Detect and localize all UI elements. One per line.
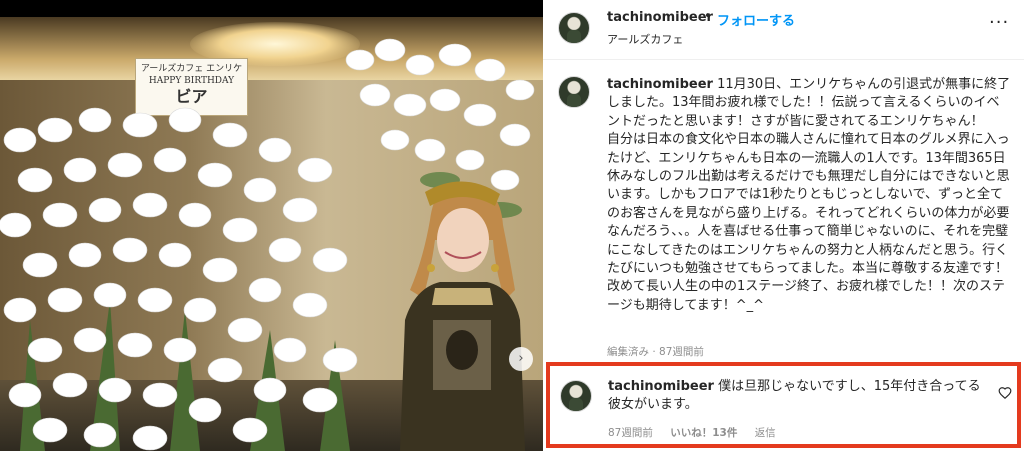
post-details-panel: tachinomibeer • フォローする アールズカフェ ··· tachi…	[543, 0, 1024, 451]
post-caption: tachinomibeer 11月30日、エンリケちゃんの引退式が無事に終了しま…	[543, 60, 1024, 360]
highlighted-reply-comment: tachinomibeer 僕は旦那じゃないですし、15年付き合ってる彼女がいま…	[546, 362, 1021, 448]
follow-button[interactable]: フォローする	[717, 10, 795, 29]
author-username-link[interactable]: tachinomibeer	[607, 10, 713, 25]
post-header: tachinomibeer • フォローする アールズカフェ ···	[543, 0, 1024, 60]
location-link[interactable]: アールズカフェ	[607, 31, 683, 47]
woman-figure	[400, 181, 525, 451]
reply-username-link[interactable]: tachinomibeer	[608, 379, 714, 394]
dot-separator: •	[704, 9, 712, 24]
caption-text: tachinomibeer 11月30日、エンリケちゃんの引退式が無事に終了しま…	[607, 76, 1012, 315]
post-photo[interactable]: アールズカフェ エンリケ HAPPY BIRTHDAY ビア ›	[0, 0, 543, 451]
photo-top-bar	[0, 0, 543, 17]
reply-meta: 87週間前 いいね！13件 返信	[608, 425, 790, 440]
more-options-icon[interactable]: ···	[989, 14, 1009, 32]
chevron-right-icon: ›	[518, 351, 524, 366]
caption-body: 11月30日、エンリケちゃんの引退式が無事に終了しました。13年間お疲れ様でした…	[607, 77, 1011, 313]
caption-username-link[interactable]: tachinomibeer	[607, 77, 713, 92]
reply-button[interactable]: 返信	[755, 427, 776, 439]
author-avatar[interactable]	[558, 12, 590, 44]
reply-author-avatar[interactable]	[560, 380, 592, 412]
sign-text-birthday: HAPPY BIRTHDAY	[148, 76, 235, 86]
caption-meta: 編集済み · 87週間前	[607, 346, 704, 358]
next-photo-button[interactable]: ›	[509, 347, 533, 371]
sign-text: アールズカフェ エンリケ	[140, 64, 243, 74]
reply-text: tachinomibeer 僕は旦那じゃないですし、15年付き合ってる彼女がいま…	[608, 378, 988, 415]
reply-time: 87週間前	[608, 427, 653, 439]
orchid-arrangement-left	[0, 107, 358, 451]
caption-author-avatar[interactable]	[558, 76, 590, 108]
heart-outline-icon[interactable]	[998, 386, 1012, 400]
reply-likes-count[interactable]: いいね！13件	[670, 427, 737, 439]
